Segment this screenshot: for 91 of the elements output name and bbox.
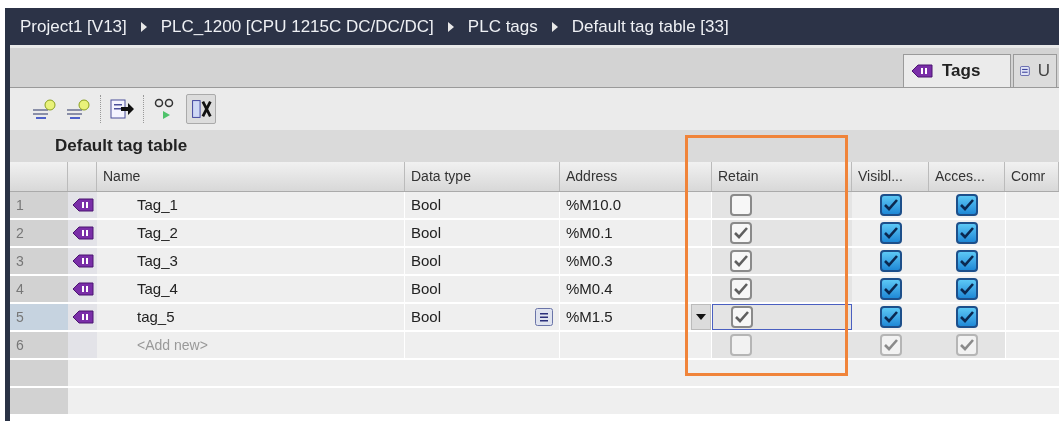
row-number-cell <box>10 388 68 414</box>
table-title: Default tag table <box>55 135 188 158</box>
table-cell-text: Bool <box>411 250 442 271</box>
column-header[interactable]: Retain <box>718 166 759 187</box>
checkmark-icon <box>960 339 974 351</box>
table-cell-text: %M0.4 <box>566 278 613 299</box>
table-cell-text: %M1.5 <box>566 306 613 327</box>
column-header[interactable]: Acces... <box>935 166 985 187</box>
tag-icon <box>71 310 94 324</box>
column-settings-icon[interactable] <box>186 94 216 124</box>
column-header[interactable]: Data type <box>411 166 471 187</box>
checkmark-icon <box>883 199 898 211</box>
column-header[interactable]: Name <box>103 166 141 187</box>
checkbox[interactable] <box>730 250 752 272</box>
focused-cell[interactable] <box>712 304 852 330</box>
checkbox[interactable] <box>956 250 978 272</box>
checkmark-icon <box>960 255 974 267</box>
checkmark-icon <box>960 199 974 211</box>
list-icon[interactable] <box>535 308 553 326</box>
table-row[interactable]: 4 Tag_4 Bool %M0.4 <box>10 276 1059 304</box>
tag-icon <box>71 198 94 212</box>
checkbox[interactable] <box>879 278 902 300</box>
checkmark-icon <box>883 311 898 323</box>
dropdown-button[interactable] <box>691 304 711 330</box>
checkbox[interactable] <box>956 278 978 300</box>
checkbox[interactable] <box>879 194 902 216</box>
table-row[interactable]: 2 Tag_2 Bool %M0.1 <box>10 220 1059 248</box>
tag-icon <box>910 64 934 78</box>
table-row[interactable]: 1 Tag_1 Bool %M10.0 <box>10 192 1059 220</box>
checkbox[interactable] <box>730 278 752 300</box>
checkmark-icon <box>734 227 748 239</box>
checkbox[interactable] <box>879 222 902 244</box>
add-row-icon[interactable] <box>66 97 92 121</box>
table-cell-text: Bool <box>411 194 442 215</box>
table-cell-text: Bool <box>411 278 442 299</box>
checkmark-icon <box>735 311 749 323</box>
checkmark-icon <box>883 339 898 351</box>
breadcrumb-item[interactable]: Project1 [V13] <box>20 13 127 40</box>
tag-icon <box>71 254 94 268</box>
checkbox[interactable] <box>731 306 753 328</box>
table-cell-text: %M10.0 <box>566 194 622 215</box>
tag-icon <box>71 226 94 240</box>
table-cell-text: Tag_4 <box>137 278 178 299</box>
tab[interactable]: Tags <box>903 54 1011 87</box>
checkmark-icon <box>883 283 898 295</box>
checkbox[interactable] <box>730 222 752 244</box>
breadcrumb-item[interactable]: Default tag table [33] <box>571 13 729 40</box>
list-icon <box>1020 64 1030 78</box>
table-cell-text: Bool <box>411 306 442 327</box>
breadcrumb-item[interactable]: PLC tags <box>467 13 538 40</box>
chevron-right-icon <box>447 21 454 32</box>
tab[interactable]: U <box>1013 54 1057 87</box>
checkmark-icon <box>734 283 748 295</box>
table-row[interactable]: 3 Tag_3 Bool %M0.3 <box>10 248 1059 276</box>
table-cell-text: Tag_3 <box>137 250 178 271</box>
checkbox[interactable] <box>956 306 978 328</box>
column-header[interactable]: Visibl... <box>858 166 903 187</box>
table-cell[interactable] <box>712 276 852 302</box>
table-cell[interactable] <box>712 248 852 274</box>
tag-icon <box>71 282 94 296</box>
table-cell-text: %M0.1 <box>566 222 613 243</box>
checkbox[interactable] <box>956 194 978 216</box>
chevron-right-icon <box>551 21 558 32</box>
checkmark-icon <box>734 255 748 267</box>
checkbox[interactable] <box>956 222 978 244</box>
table-cell-text: Tag_1 <box>137 194 178 215</box>
checkbox[interactable] <box>879 250 902 272</box>
checkbox[interactable] <box>879 306 902 328</box>
table-cell-text: Tag_2 <box>137 222 178 243</box>
checkmark-icon <box>960 227 974 239</box>
table-row[interactable]: 5 tag_5 Bool %M1.5 <box>10 304 1059 332</box>
table-cell[interactable] <box>712 192 852 218</box>
breadcrumb-item[interactable]: PLC_1200 [CPU 1215C DC/DC/DC] <box>160 13 434 40</box>
table-cell-text: Bool <box>411 222 442 243</box>
export-icon[interactable] <box>109 97 135 121</box>
column-header[interactable]: Comr <box>1011 166 1046 187</box>
caret-icon <box>696 314 706 320</box>
chevron-right-icon <box>140 21 147 32</box>
checkmark-icon <box>960 283 974 295</box>
icon-cell <box>68 332 97 358</box>
table-cell[interactable] <box>712 332 852 358</box>
checkmark-icon <box>883 255 898 267</box>
checkmark-icon <box>883 227 898 239</box>
row-number-cell <box>10 360 68 386</box>
table-cell-text: %M0.3 <box>566 250 613 271</box>
table-cell-text: tag_5 <box>137 306 175 327</box>
column-header[interactable]: Address <box>566 166 618 187</box>
checkmark-icon <box>960 311 974 323</box>
table-cell[interactable] <box>712 220 852 246</box>
add-row-icon[interactable] <box>32 97 58 121</box>
checkbox[interactable] <box>730 194 752 216</box>
